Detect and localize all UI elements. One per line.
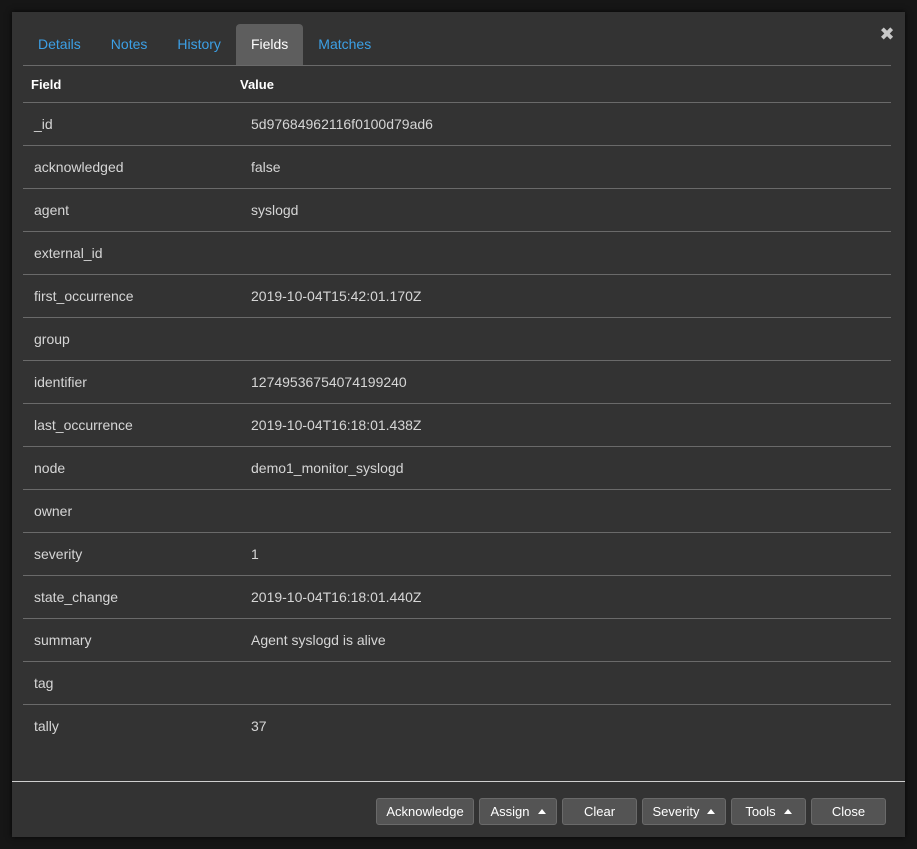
column-header-field: Field (31, 76, 62, 92)
table-row: last_occurrence 2019-10-04T16:18:01.438Z (23, 404, 891, 447)
close-label: Close (831, 804, 866, 819)
tab-notes[interactable]: Notes (96, 24, 163, 65)
assign-button[interactable]: Assign (479, 798, 557, 825)
field-value-cell: 1 (251, 546, 259, 562)
field-name-cell: identifier (34, 374, 87, 390)
field-name-cell: agent (34, 202, 70, 218)
field-value-cell: 2019-10-04T15:42:01.170Z (251, 288, 422, 304)
tools-label: Tools (745, 804, 776, 819)
field-value-cell: 12749536754074199240 (251, 374, 407, 390)
table-row: state_change 2019-10-04T16:18:01.440Z (23, 576, 891, 619)
field-name-cell: node (34, 460, 66, 476)
field-value-cell: syslogd (251, 202, 299, 218)
tab-details[interactable]: Details (23, 24, 96, 65)
table-row: acknowledged false (23, 146, 891, 189)
field-name-cell: tag (34, 675, 54, 691)
field-value-cell: 2019-10-04T16:18:01.440Z (251, 589, 422, 605)
tab-history[interactable]: History (162, 24, 236, 65)
table-row: external_id (23, 232, 891, 275)
field-name-cell: group (34, 331, 70, 347)
field-name-cell: last_occurrence (34, 417, 133, 433)
table-row: group (23, 318, 891, 361)
table-row: tag (23, 662, 891, 705)
field-value-cell: demo1_monitor_syslogd (251, 460, 404, 476)
alert-details-dialog: ✖ Details Notes History Fields Matches F… (12, 12, 905, 837)
caret-up-icon (783, 809, 792, 814)
tab-matches[interactable]: Matches (303, 24, 386, 65)
severity-button[interactable]: Severity (642, 798, 726, 825)
fields-table: Field Value _id 5d97684962116f0100d79ad6 a… (23, 66, 891, 747)
close-button[interactable]: Close (811, 798, 886, 825)
field-name-cell: summary (34, 632, 92, 648)
acknowledge-button[interactable]: Acknowledge (376, 798, 474, 825)
field-name-cell: _id (34, 116, 53, 132)
table-row: _id 5d97684962116f0100d79ad6 (23, 103, 891, 146)
table-body: _id 5d97684962116f0100d79ad6 acknowledged f… (23, 103, 891, 747)
table-header: Field Value (23, 66, 891, 103)
footer-divider (12, 781, 905, 782)
field-name-cell: external_id (34, 245, 103, 261)
field-name-cell: first_occurrence (34, 288, 134, 304)
table-row: identifier 12749536754074199240 (23, 361, 891, 404)
field-name-cell: acknowledged (34, 159, 124, 175)
caret-up-icon (707, 809, 716, 814)
field-value-cell: Agent syslogd is alive (251, 632, 386, 648)
clear-button[interactable]: Clear (562, 798, 637, 825)
caret-up-icon (537, 809, 546, 814)
tools-button[interactable]: Tools (731, 798, 806, 825)
close-icon[interactable]: ✖ (879, 25, 895, 43)
tab-fields[interactable]: Fields (235, 24, 304, 65)
table-row: tally 37 (23, 705, 891, 747)
column-header-value: Value (240, 76, 274, 92)
table-row: severity 1 (23, 533, 891, 576)
severity-label: Severity (652, 804, 700, 819)
clear-label: Clear (583, 804, 616, 819)
table-row: first_occurrence 2019-10-04T15:42:01.170Z (23, 275, 891, 318)
table-row: owner (23, 490, 891, 533)
tab-bar: Details Notes History Fields Matches (23, 24, 386, 65)
table-row: node demo1_monitor_syslogd (23, 447, 891, 490)
field-value-cell: false (251, 159, 281, 175)
field-name-cell: owner (34, 503, 73, 519)
table-row: agent syslogd (23, 189, 891, 232)
assign-label: Assign (490, 804, 530, 819)
acknowledge-label: Acknowledge (386, 804, 464, 819)
field-name-cell: tally (34, 718, 59, 734)
field-value-cell: 2019-10-04T16:18:01.438Z (251, 417, 422, 433)
field-name-cell: severity (34, 546, 83, 562)
table-row: summary Agent syslogd is alive (23, 619, 891, 662)
action-bar: Acknowledge Assign Clear Severity Tools … (376, 798, 886, 825)
field-value-cell: 37 (251, 718, 267, 734)
field-name-cell: state_change (34, 589, 119, 605)
field-value-cell: 5d97684962116f0100d79ad6 (251, 116, 433, 132)
